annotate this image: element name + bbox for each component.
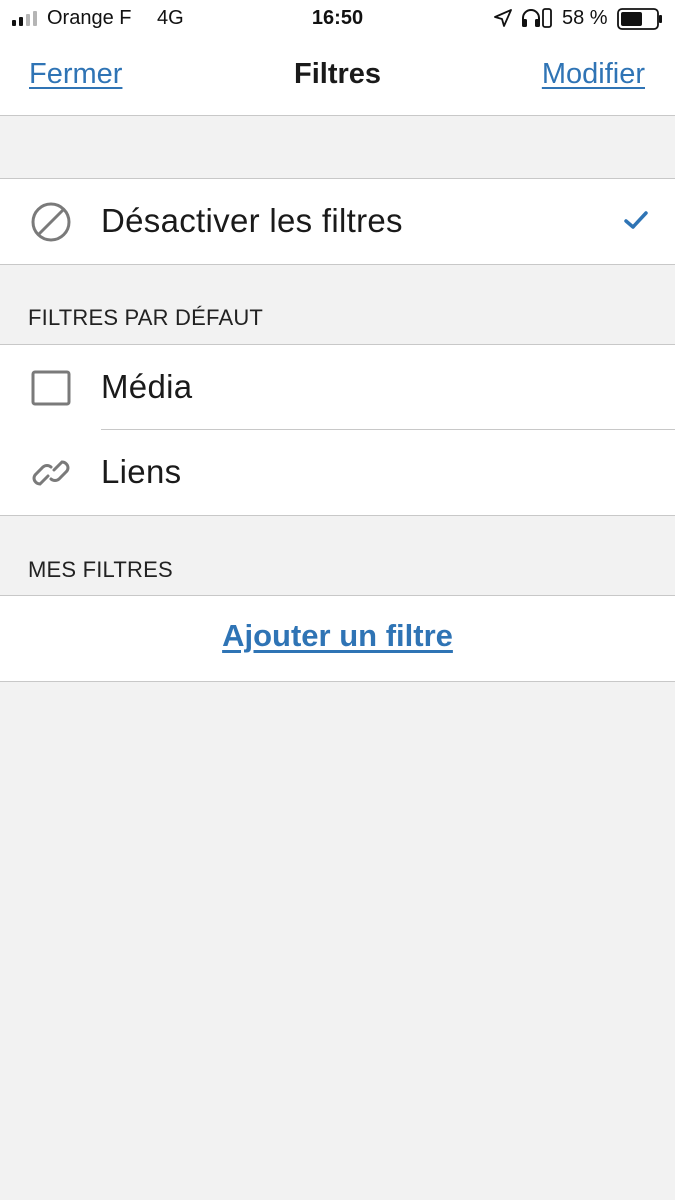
disable-filters-group: Désactiver les filtres (0, 178, 675, 265)
my-filters-header: MES FILTRES (28, 557, 173, 582)
default-filters-header: FILTRES PAR DÉFAUT (28, 305, 264, 330)
checkmark-icon (624, 211, 648, 229)
my-filters-group: Ajouter un filtre (0, 595, 675, 682)
prohibited-icon (31, 202, 71, 242)
location-icon (494, 9, 512, 27)
media-label: Média (101, 368, 193, 405)
links-label: Liens (101, 453, 182, 490)
battery-icon (617, 8, 662, 30)
add-filter-button[interactable]: Ajouter un filtre (0, 618, 675, 654)
square-icon (31, 370, 71, 406)
disable-filters-row[interactable]: Désactiver les filtres (0, 179, 675, 264)
link-icon (32, 460, 70, 486)
default-filters-group: Média Liens (0, 344, 675, 516)
status-bar: Orange F 4G 16:50 58 % (0, 0, 675, 38)
list-item-links[interactable]: Liens (0, 430, 675, 515)
navigation-bar: Fermer Filtres Modifier (0, 38, 675, 116)
battery-percent: 58 % (562, 7, 608, 29)
headphones-icon (522, 9, 540, 27)
list-item-media[interactable]: Média (0, 345, 675, 430)
edit-button[interactable]: Modifier (542, 58, 645, 91)
rotation-lock-icon (542, 8, 552, 28)
disable-filters-label: Désactiver les filtres (101, 202, 403, 239)
